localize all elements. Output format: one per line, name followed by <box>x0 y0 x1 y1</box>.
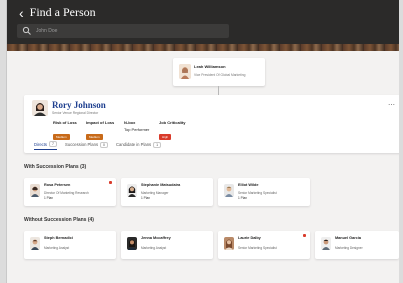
avatar <box>179 64 191 79</box>
direct-card[interactable]: Jenna Mccaffrey Marketing Analyst <box>121 231 213 259</box>
manager-role: Vice President Of Global Marketing <box>194 73 246 77</box>
card-name: Rosa Petersen <box>44 183 71 187</box>
card-name: Laurie Dalby <box>238 236 261 240</box>
direct-card[interactable]: Laurie Dalby Senior Marketing Specialist <box>218 231 310 259</box>
card-name: Jenna Mccaffrey <box>141 236 171 240</box>
header: ‹ Find a Person <box>7 0 399 44</box>
card-plan-count: 1 Plan <box>44 196 54 200</box>
avatar <box>32 100 48 116</box>
tab-directs[interactable]: Directs 7 <box>34 139 57 150</box>
direct-card[interactable]: Steph Bernadici Marketing Analyst <box>24 231 116 259</box>
manager-name: Leah Williamson <box>194 64 226 69</box>
card-role: Marketing Analyst <box>44 246 70 250</box>
direct-card[interactable]: Elliot Wilde Senior Marketing Specialist… <box>218 178 310 206</box>
metric-label: Impact of Loss <box>86 120 115 125</box>
avatar <box>30 184 40 197</box>
card-role: Marketing Manager <box>141 191 169 195</box>
more-options-icon[interactable]: ⋯ <box>388 101 396 109</box>
card-role: Senior Marketing Specialist <box>238 246 277 250</box>
avatar <box>30 237 40 250</box>
card-role: Marketing Designer <box>335 246 363 250</box>
chevron-left-icon[interactable]: ‹ <box>19 6 24 20</box>
card-name: Steph Bernadici <box>44 236 73 240</box>
section-title-without-plans: Without Succession Plans (4) <box>24 217 94 223</box>
profile-name[interactable]: Rory Johnson <box>52 100 106 110</box>
tab-label: Succession Plans <box>64 142 99 147</box>
header-banner-image <box>7 44 399 51</box>
card-role: Director Of Marketing Research <box>44 191 89 195</box>
avatar <box>224 184 234 197</box>
avatar <box>321 237 331 250</box>
flag-icon <box>303 234 306 237</box>
tab-label: Directs <box>34 141 48 147</box>
metric-value: Top Performer <box>124 127 150 132</box>
profile-tabs: Directs 7 Succession Plans 0 Candidate i… <box>34 139 162 150</box>
tab-count: 1 <box>153 141 162 148</box>
card-name: Manuel Garcia <box>335 236 361 240</box>
metric-label: N-box <box>124 120 136 125</box>
page-title: Find a Person <box>29 5 96 19</box>
card-role: Marketing Analyst <box>141 246 167 250</box>
search-input[interactable] <box>36 28 216 34</box>
metric-job-criticality: Job Criticality High <box>159 120 185 143</box>
avatar <box>127 237 137 250</box>
tab-succession-plans[interactable]: Succession Plans 0 <box>65 140 108 150</box>
direct-card[interactable]: Rosa Petersen Director Of Marketing Rese… <box>24 178 116 206</box>
direct-card[interactable]: Stephanie Matsudaira Marketing Manager 1… <box>121 178 213 206</box>
metric-n-box: N-box Top Performer <box>124 120 149 132</box>
flag-icon <box>109 181 112 184</box>
avatar <box>224 237 234 250</box>
avatar <box>127 184 137 197</box>
profile-title: Senior Venue Regional Director <box>52 111 99 115</box>
manager-card[interactable]: Leah Williamson Vice President Of Global… <box>173 58 265 86</box>
tab-count: 7 <box>49 141 57 147</box>
back-nav[interactable]: ‹ Find a Person <box>19 5 96 20</box>
tab-label: Candidate in Plans <box>116 142 152 147</box>
tab-candidate-in-plans[interactable]: Candidate in Plans 1 <box>116 140 162 150</box>
card-name: Stephanie Matsudaira <box>141 183 181 187</box>
card-plan-count: 1 Plan <box>238 196 248 200</box>
profile-card: Rory Johnson Senior Venue Regional Direc… <box>24 95 399 153</box>
direct-card[interactable]: Manuel Garcia Marketing Designer <box>315 231 399 259</box>
card-role: Senior Marketing Specialist <box>238 191 277 195</box>
search-bar[interactable] <box>17 24 229 38</box>
card-name: Elliot Wilde <box>238 183 259 187</box>
search-icon <box>22 26 31 35</box>
find-a-person-screen: ‹ Find a Person Leah Williamson Vice Pre… <box>6 0 399 283</box>
metric-label: Risk of Loss <box>53 120 77 125</box>
tab-count: 0 <box>100 141 108 148</box>
section-title-with-plans: With Succession Plans (3) <box>24 164 87 170</box>
card-plan-count: 1 Plan <box>141 196 151 200</box>
metric-label: Job Criticality <box>159 120 186 125</box>
